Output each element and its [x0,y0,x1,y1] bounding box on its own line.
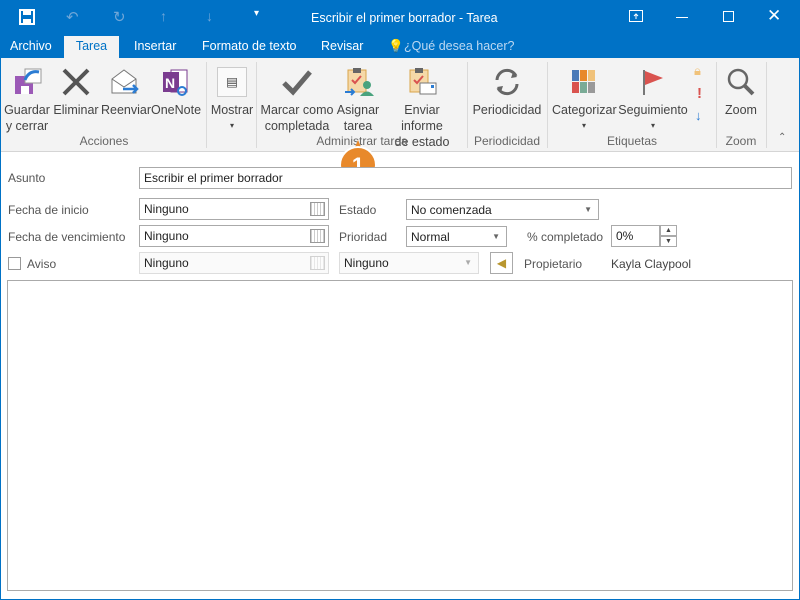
owner-label: Propietario [524,257,583,271]
save-icon[interactable] [19,9,35,25]
calendar-icon[interactable] [310,229,325,243]
flag-icon [643,70,663,95]
percent-input[interactable]: 0% [611,225,660,247]
subject-input[interactable]: Escribir el primer borrador [139,167,792,189]
tab-insertar[interactable]: Insertar [126,36,184,58]
group-periodicidad-label: Periodicidad [473,134,541,148]
zoom-button[interactable]: Zoom [720,62,762,118]
due-date-input[interactable]: Ninguno [139,225,329,247]
categorize-button[interactable]: Categorizar ▾ [552,62,617,134]
show-button[interactable]: ▤ Mostrar ▾ [210,62,254,134]
onenote-button[interactable]: N OneNote [151,62,201,118]
tab-archivo[interactable]: Archivo [2,36,60,58]
low-importance-icon[interactable]: ↓ [695,108,702,123]
ribbon-tabs: Archivo Tarea Insertar Formato de texto … [0,36,800,58]
status-label: Estado [339,203,377,217]
delete-icon [62,68,90,96]
window-title: Escribir el primer borrador - Tarea [311,11,498,25]
minimize-button[interactable] [676,17,688,18]
calendar-icon[interactable] [310,202,325,216]
title-bar: ↶ ↻ ↑ ↓ ▾ Escribir el primer borrador - … [0,0,800,36]
tell-me-input[interactable]: ¿Qué desea hacer? [396,36,523,58]
undo-icon[interactable]: ↶ [66,8,79,26]
start-date-label: Fecha de inicio [8,203,89,217]
chevron-down-icon: ▼ [464,258,472,267]
high-importance-icon[interactable]: ! [697,85,702,102]
ribbon-display-icon[interactable] [629,10,643,22]
show-icon: ▤ [217,67,247,97]
onenote-icon: N [163,69,188,96]
tab-formato[interactable]: Formato de texto [194,36,305,58]
maximize-button[interactable] [723,11,734,22]
percent-down-button[interactable]: ▼ [660,236,677,247]
priority-select[interactable]: Normal ▼ [406,226,507,247]
percent-up-button[interactable]: ▲ [660,225,677,236]
send-status-icon [409,68,437,95]
chevron-down-icon: ▼ [492,232,500,241]
private-lock-icon[interactable]: 🔒︎ [694,63,701,79]
owner-value: Kayla Claypool [611,257,692,271]
group-zoom-label: Zoom [725,134,757,148]
forward-icon [111,69,139,94]
followup-button[interactable]: Seguimiento ▾ [618,62,688,134]
delete-button[interactable]: Eliminar [53,62,99,118]
checkmark-icon [282,70,312,96]
ribbon: Guardar y cerrar Eliminar Reenviar N OneN… [0,58,800,152]
tab-revisar[interactable]: Revisar [313,36,371,58]
svg-text:N: N [165,75,175,91]
tab-tarea[interactable]: Tarea [64,36,119,58]
priority-label: Prioridad [339,230,388,244]
reminder-checkbox[interactable] [8,257,21,270]
recurrence-icon [495,68,519,96]
close-button[interactable]: ✕ [767,6,781,26]
status-select[interactable]: No comenzada ▼ [406,199,599,220]
save-close-icon [15,68,42,94]
categorize-icon [572,70,595,93]
subject-label: Asunto [8,171,46,185]
assign-task-button[interactable]: Asignar tarea [336,62,380,134]
mark-complete-button[interactable]: Marcar como completada [260,62,334,134]
down-arrow-icon[interactable]: ↓ [206,8,213,24]
reminder-date-input[interactable]: Ninguno [139,252,329,274]
percent-label: % completado [527,230,604,244]
reminder-time-select[interactable]: Ninguno ▼ [339,252,479,274]
assign-task-icon [345,68,374,96]
chevron-down-icon: ▼ [584,205,592,214]
group-acciones-label: Acciones [79,134,129,148]
forward-button[interactable]: Reenviar [101,62,151,118]
due-date-label: Fecha de vencimiento [8,230,126,244]
reminder-label: Aviso [27,257,57,271]
magnifier-icon [727,68,755,96]
redo-icon[interactable]: ↻ [113,8,126,26]
recurrence-button[interactable]: Periodicidad [471,62,543,118]
group-etiquetas-label: Etiquetas [606,134,658,148]
up-arrow-icon[interactable]: ↑ [160,8,167,24]
sound-icon[interactable]: ◀︎ [490,252,513,274]
start-date-input[interactable]: Ninguno [139,198,329,220]
save-close-button[interactable]: Guardar y cerrar [4,62,50,134]
customize-icon[interactable]: ▾ [254,8,259,19]
calendar-icon [310,256,325,270]
collapse-ribbon-icon[interactable]: ⌃ [778,132,786,143]
task-body-editor[interactable] [7,280,793,591]
